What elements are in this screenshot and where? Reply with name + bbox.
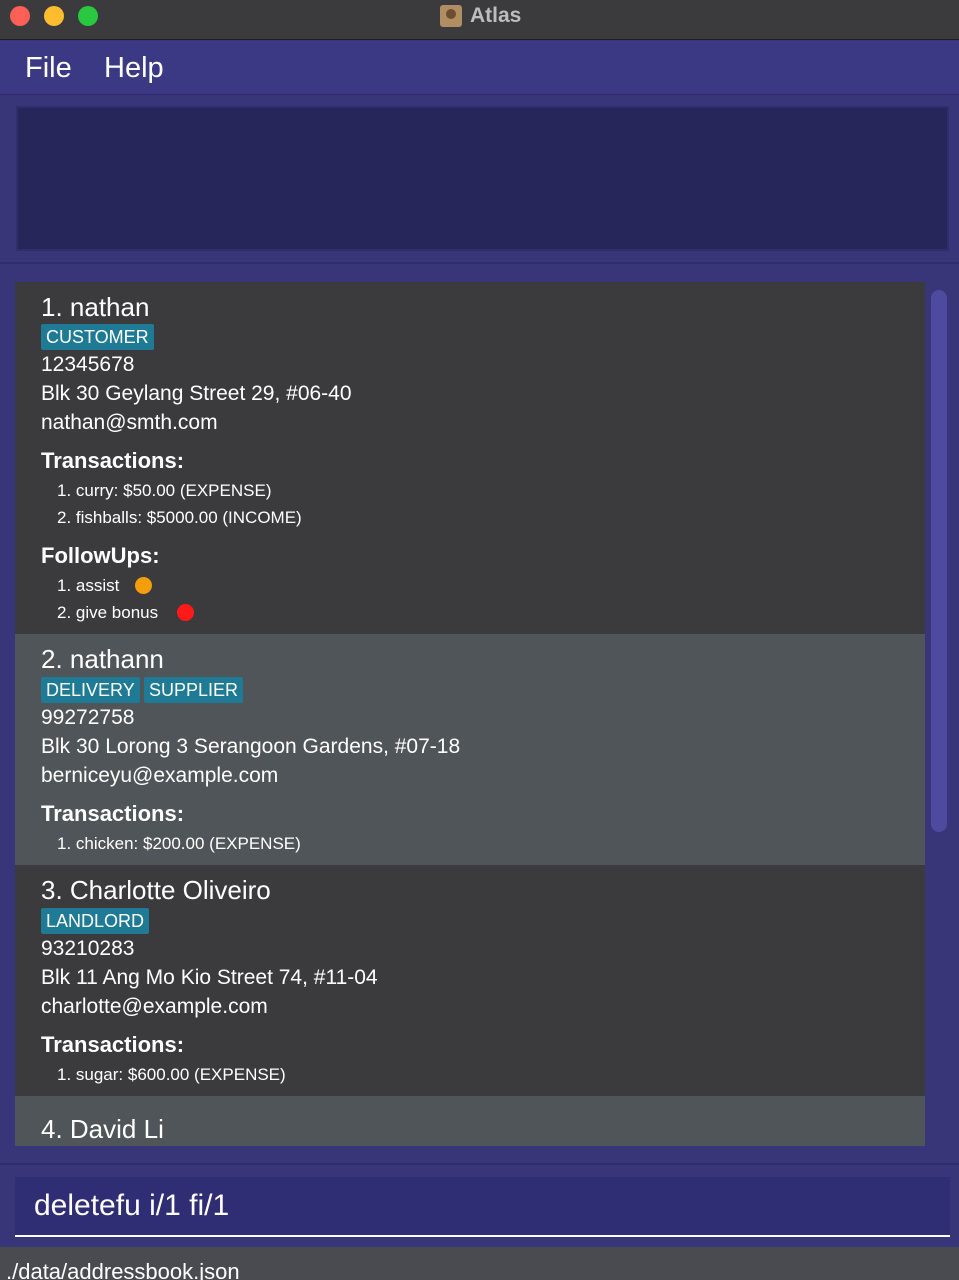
status-bar: ./data/addressbook.json (0, 1247, 959, 1280)
person-address: Blk 30 Geylang Street 29, #06-40 (41, 382, 352, 405)
person-list[interactable]: 1. nathan CUSTOMER 12345678 Blk 30 Geyla… (15, 282, 925, 1146)
person-name: 3. Charlotte Oliveiro (41, 875, 271, 905)
person-phone: 12345678 (41, 353, 135, 376)
tag-customer: CUSTOMER (41, 324, 154, 350)
person-email: berniceyu@example.com (41, 764, 279, 787)
result-display[interactable] (16, 106, 949, 251)
transaction-item: 1. sugar: $600.00 (EXPENSE) (57, 1065, 286, 1084)
transactions-heading: Transactions: (41, 1032, 185, 1057)
person-name: 4. David Li (41, 1114, 164, 1144)
person-address: Blk 11 Ang Mo Kio Street 74, #11-04 (41, 966, 378, 989)
transactions-heading: Transactions: (41, 801, 185, 826)
tag-supplier: SUPPLIER (144, 677, 244, 703)
window-title: Atlas (470, 4, 522, 27)
followup-item: 1. assist (57, 576, 120, 595)
command-input[interactable] (15, 1177, 950, 1235)
person-name: 1. nathan (41, 292, 150, 322)
command-box (15, 1177, 950, 1237)
urgency-dot-icon (177, 604, 194, 621)
person-name: 2. nathann (41, 644, 164, 674)
command-box-panel (0, 1163, 959, 1245)
zoom-window-button[interactable] (78, 6, 98, 26)
person-card[interactable]: 3. Charlotte Oliveiro LANDLORD 93210283 … (15, 865, 925, 1096)
followups-heading: FollowUps: (41, 543, 160, 568)
menu-file[interactable]: File (25, 52, 72, 85)
menu-bar: File Help (0, 41, 959, 95)
person-card[interactable]: 4. David Li (15, 1096, 925, 1146)
address-book-icon (440, 5, 462, 27)
person-email: nathan@smth.com (41, 411, 218, 434)
person-card[interactable]: 2. nathann DELIVERY SUPPLIER 99272758 Bl… (15, 634, 925, 865)
menu-help[interactable]: Help (104, 52, 164, 85)
transaction-item: 2. fishballs: $5000.00 (INCOME) (57, 508, 302, 527)
transaction-item: 1. chicken: $200.00 (EXPENSE) (57, 834, 301, 853)
window-titlebar: Atlas (0, 0, 959, 40)
save-location-path: ./data/addressbook.json (6, 1259, 240, 1280)
minimize-window-button[interactable] (44, 6, 64, 26)
tag-landlord: LANDLORD (41, 908, 150, 934)
person-address: Blk 30 Lorong 3 Serangoon Gardens, #07-1… (41, 735, 461, 758)
person-phone: 93210283 (41, 937, 135, 960)
urgency-dot-icon (135, 577, 152, 594)
transactions-heading: Transactions: (41, 448, 185, 473)
person-email: charlotte@example.com (41, 995, 268, 1018)
person-phone: 99272758 (41, 706, 135, 729)
result-display-panel (0, 96, 959, 264)
followup-item: 2. give bonus (57, 603, 159, 622)
close-window-button[interactable] (10, 6, 30, 26)
transaction-item: 1. curry: $50.00 (EXPENSE) (57, 481, 272, 500)
person-card[interactable]: 1. nathan CUSTOMER 12345678 Blk 30 Geyla… (15, 282, 925, 634)
tag-delivery: DELIVERY (41, 677, 140, 703)
list-scrollbar-thumb[interactable] (931, 290, 947, 832)
